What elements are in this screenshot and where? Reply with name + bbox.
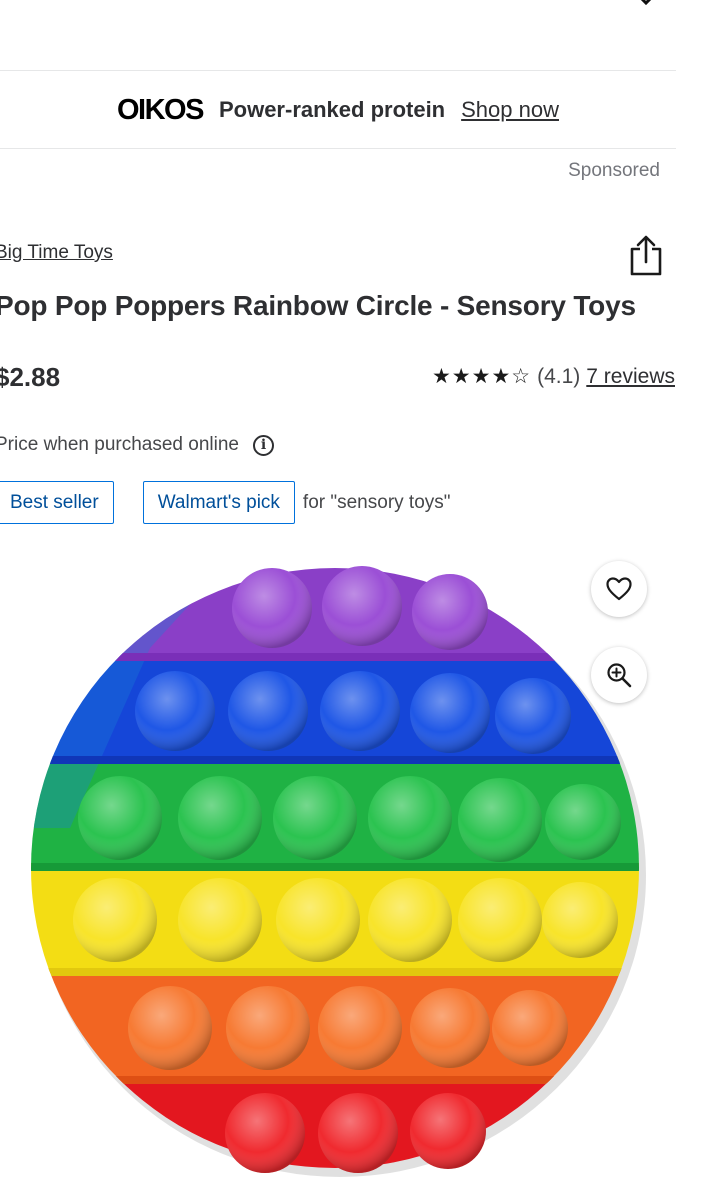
ad-logo: OIKOS — [117, 93, 204, 126]
star-outline-icon: ☆ — [511, 365, 531, 388]
heart-icon — [606, 577, 632, 601]
shop-now-link[interactable]: Shop now — [461, 97, 559, 123]
badge-context: for "sensory toys" — [302, 491, 451, 513]
badges-row: Best seller Walmart's pick for "sensory … — [0, 481, 451, 524]
ad-tagline: Power-ranked protein — [218, 97, 446, 122]
divider — [0, 70, 676, 71]
product-price: $2.88 — [0, 362, 61, 392]
star-icon: ★ — [431, 365, 451, 388]
ad-banner[interactable]: OIKOS Power-ranked protein Shop now — [0, 72, 676, 148]
best-seller-badge: Best seller — [0, 481, 114, 524]
close-icon — [640, 0, 652, 6]
rating-stars: ★ ★ ★ ★ ☆ — [432, 364, 531, 389]
rating-summary[interactable]: ★ ★ ★ ★ ☆ (4.1) 7 reviews — [432, 364, 675, 389]
close-button[interactable] — [626, 0, 666, 20]
zoom-button[interactable] — [591, 647, 647, 703]
favorite-button[interactable] — [591, 561, 647, 617]
divider — [0, 148, 676, 149]
share-icon — [630, 235, 662, 276]
info-icon[interactable]: i — [253, 434, 274, 456]
price-note: Price when purchased online i — [0, 434, 274, 456]
share-button[interactable] — [627, 235, 665, 277]
walmarts-pick-badge: Walmart's pick — [142, 481, 295, 524]
zoom-in-icon — [607, 663, 632, 688]
price-note-text: Price when purchased online — [0, 434, 239, 455]
product-image[interactable] — [0, 528, 705, 1196]
star-icon: ★ — [451, 365, 471, 388]
reviews-link[interactable]: 7 reviews — [586, 365, 675, 389]
sponsored-label: Sponsored — [568, 160, 660, 181]
rating-value: (4.1) — [537, 364, 581, 388]
star-icon: ★ — [471, 365, 491, 388]
product-title: Pop Pop Poppers Rainbow Circle - Sensory… — [0, 290, 636, 321]
brand-link[interactable]: Big Time Toys — [0, 242, 113, 264]
star-icon: ★ — [491, 365, 511, 388]
